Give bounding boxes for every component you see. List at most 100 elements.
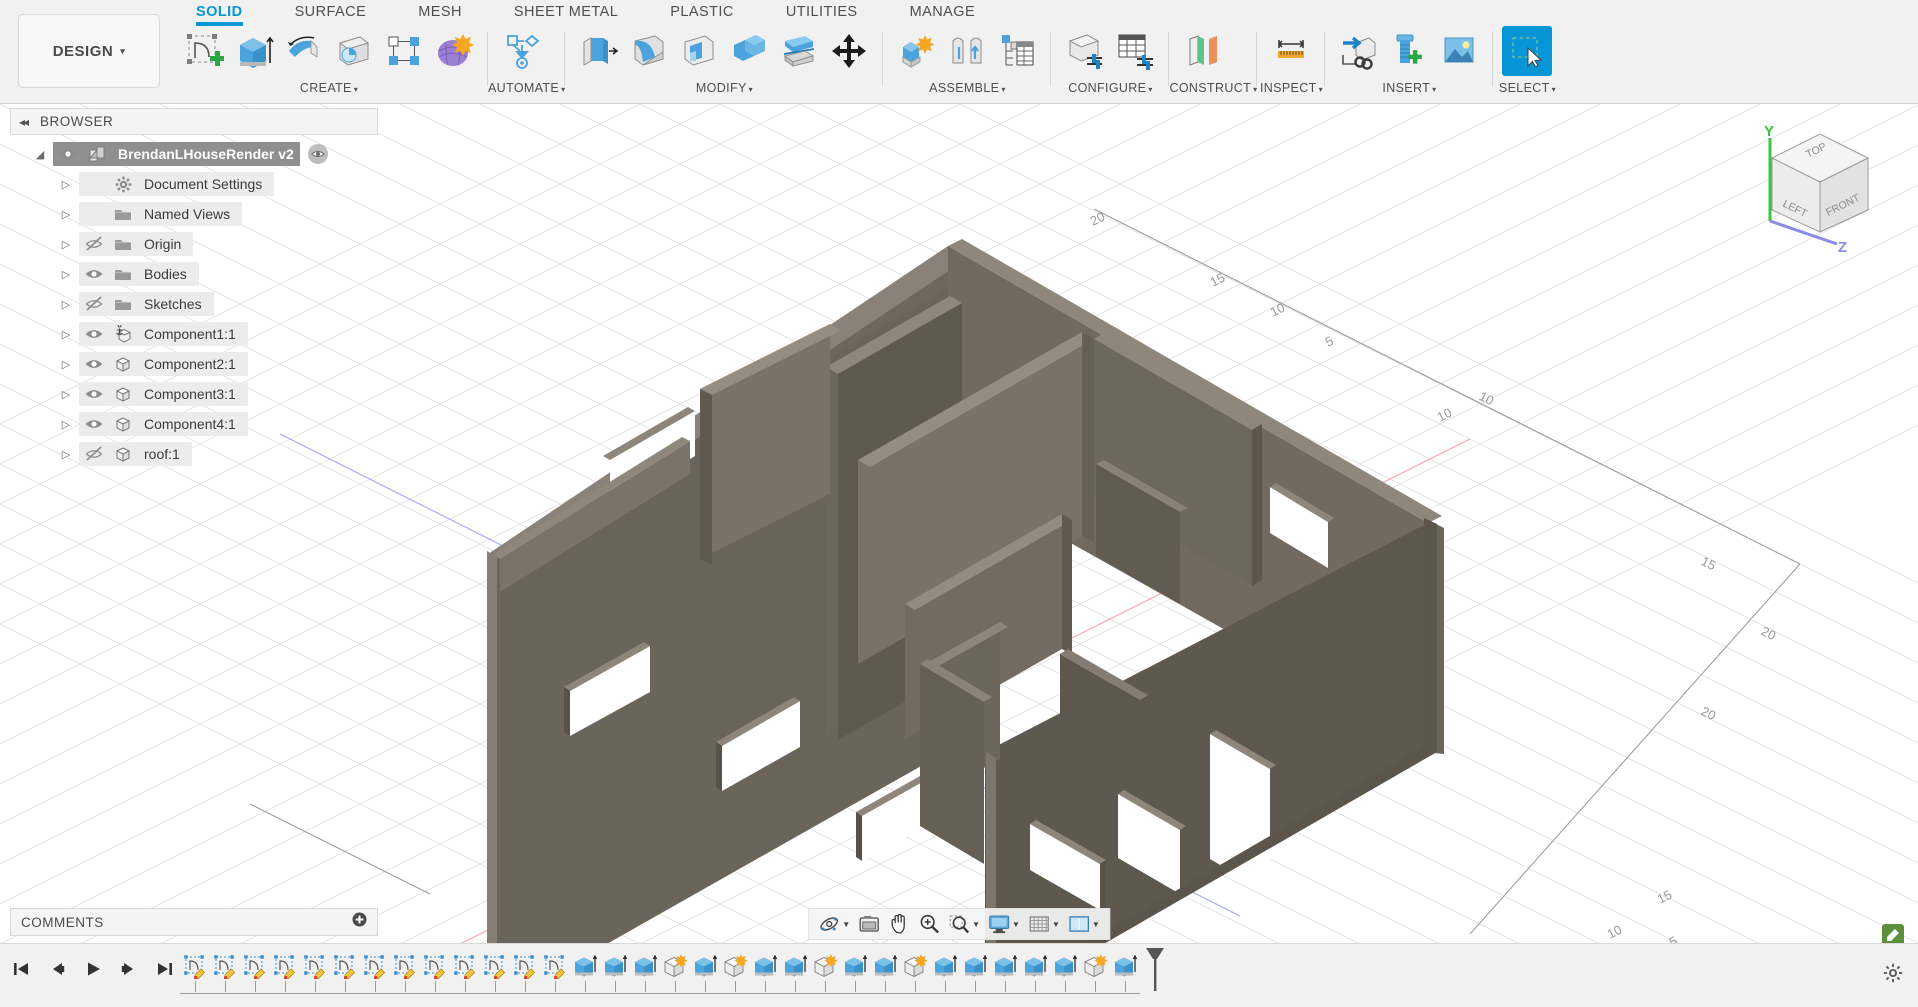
timeline-feature-extrude[interactable] — [600, 950, 630, 998]
timeline-feature-extrude[interactable] — [1110, 950, 1140, 998]
timeline-feature-sketch[interactable] — [510, 950, 540, 998]
timeline-feature-sketch[interactable] — [210, 950, 240, 998]
ribbon-group-label-modify[interactable]: MODIFY ▾ — [565, 81, 883, 95]
workspace-switcher-button[interactable]: DESIGN ▾ — [18, 14, 160, 88]
chevron-right-icon[interactable]: ▷ — [58, 298, 74, 311]
chevron-right-icon[interactable]: ▷ — [58, 268, 74, 281]
timeline-feature-sketch[interactable] — [240, 950, 270, 998]
eye-visible-icon[interactable] — [79, 325, 109, 343]
ribbon-tab-sheet-metal[interactable]: SHEET METAL — [514, 2, 618, 26]
step-back-button[interactable] — [44, 956, 70, 982]
zoom-icon[interactable] — [915, 911, 943, 937]
insert-derive-icon[interactable] — [1334, 26, 1384, 76]
viewports-icon[interactable]: ▼ — [1065, 911, 1103, 937]
house-shell-model[interactable] — [487, 239, 1444, 943]
combine-icon[interactable] — [724, 26, 774, 76]
chevron-right-icon[interactable]: ▷ — [58, 418, 74, 431]
timeline-feature-newcomp[interactable] — [1080, 950, 1110, 998]
browser-item-chip[interactable]: Component4:1 — [79, 412, 248, 436]
chevron-right-icon[interactable]: ▷ — [58, 178, 74, 191]
select-window-icon[interactable] — [1502, 26, 1553, 76]
timeline-feature-newcomp[interactable] — [720, 950, 750, 998]
markup-feedback-icon[interactable] — [1882, 924, 1904, 943]
automate-icon[interactable] — [497, 26, 547, 76]
timeline-feature-extrude[interactable] — [960, 950, 990, 998]
comments-panel[interactable]: COMMENTS — [10, 908, 378, 936]
timeline-feature-sketch[interactable] — [180, 950, 210, 998]
create-sketch-icon[interactable] — [179, 26, 229, 76]
browser-tree-item[interactable]: ▷ Named Views — [10, 199, 378, 229]
offset-plane-icon[interactable] — [1178, 26, 1228, 76]
browser-tree-item[interactable]: ▷ Component1:1 — [10, 319, 378, 349]
view-cube[interactable]: Y Z TOP LEFT FRONT — [1742, 116, 1882, 256]
chevron-right-icon[interactable]: ▷ — [58, 388, 74, 401]
browser-item-chip[interactable]: Component1:1 — [79, 322, 248, 346]
ribbon-group-label-inspect[interactable]: INSPECT ▾ — [1257, 81, 1325, 95]
eye-visible-icon[interactable] — [79, 415, 109, 433]
eye-visible-icon[interactable] — [79, 265, 109, 283]
extrude-icon[interactable] — [229, 26, 279, 76]
go-to-beginning-button[interactable] — [8, 956, 34, 982]
split-face-icon[interactable] — [774, 26, 824, 76]
timeline-feature-newcomp[interactable] — [660, 950, 690, 998]
timeline-feature-extrude[interactable] — [690, 950, 720, 998]
timeline-feature-newcomp[interactable] — [810, 950, 840, 998]
configure-part-icon[interactable] — [1060, 26, 1110, 76]
browser-item-chip[interactable]: Bodies — [79, 262, 199, 286]
press-pull-icon[interactable] — [574, 26, 624, 76]
chevron-right-icon[interactable]: ▷ — [58, 328, 74, 341]
new-component-icon[interactable] — [892, 26, 942, 76]
browser-root-item[interactable]: ◢ BrendanLHouseRender v2 — [10, 139, 378, 169]
ribbon-group-label-create[interactable]: CREATE ▾ — [170, 81, 488, 95]
timeline-feature-extrude[interactable] — [840, 950, 870, 998]
chevron-right-icon[interactable]: ▷ — [58, 238, 74, 251]
browser-tree-item[interactable]: ▷ roof:1 — [10, 439, 378, 469]
sweep-icon[interactable] — [329, 26, 379, 76]
timeline-feature-sketch[interactable] — [480, 950, 510, 998]
display-settings-icon[interactable]: ▼ — [985, 911, 1023, 937]
eye-visible-icon[interactable] — [79, 355, 109, 373]
browser-item-chip[interactable]: Sketches — [79, 292, 214, 316]
collapse-left-icon[interactable]: ◂◂ — [19, 115, 29, 129]
browser-tree-item[interactable]: ▷ Component3:1 — [10, 379, 378, 409]
timeline-feature-extrude[interactable] — [780, 950, 810, 998]
timeline-feature-extrude[interactable] — [750, 950, 780, 998]
timeline-feature-extrude[interactable] — [930, 950, 960, 998]
browser-item-chip[interactable]: Origin — [79, 232, 194, 256]
configure-table-icon[interactable] — [1110, 26, 1160, 76]
browser-item-chip[interactable]: roof:1 — [79, 442, 192, 466]
timeline-settings-icon[interactable] — [1882, 962, 1904, 989]
browser-tree-item[interactable]: ▷ Component4:1 — [10, 409, 378, 439]
ribbon-tab-mesh[interactable]: MESH — [418, 2, 462, 26]
browser-item-chip[interactable]: Component2:1 — [79, 352, 248, 376]
ribbon-group-label-configure[interactable]: CONFIGURE ▾ — [1051, 81, 1169, 95]
timeline-feature-sketch[interactable] — [450, 950, 480, 998]
step-forward-button[interactable] — [116, 956, 142, 982]
timeline-feature-sketch[interactable] — [420, 950, 450, 998]
eye-visible-icon[interactable] — [53, 145, 83, 163]
timeline-feature-sketch[interactable] — [270, 950, 300, 998]
browser-item-chip[interactable]: Component3:1 — [79, 382, 248, 406]
shell-icon[interactable] — [674, 26, 724, 76]
insert-canvas-icon[interactable] — [1434, 26, 1484, 76]
browser-tree-item[interactable]: ▷ Sketches — [10, 289, 378, 319]
insert-mcmaster-icon[interactable] — [1384, 26, 1434, 76]
ribbon-group-label-select[interactable]: SELECT ▾ — [1493, 81, 1561, 95]
form-icon[interactable] — [429, 26, 479, 76]
timeline-feature-sketch[interactable] — [330, 950, 360, 998]
timeline-feature-extrude[interactable] — [870, 950, 900, 998]
pattern-icon[interactable] — [379, 26, 429, 76]
eye-hidden-icon[interactable] — [79, 445, 109, 463]
ribbon-tab-utilities[interactable]: UTILITIES — [786, 2, 858, 26]
browser-item-chip[interactable]: Document Settings — [79, 172, 275, 196]
root-visibility-toggle-icon[interactable] — [307, 144, 328, 164]
browser-tree-item[interactable]: ▷ Document Settings — [10, 169, 378, 199]
go-to-end-button[interactable] — [152, 956, 178, 982]
timeline-feature-newcomp[interactable] — [900, 950, 930, 998]
eye-hidden-icon[interactable] — [79, 295, 109, 313]
chevron-right-icon[interactable]: ▷ — [58, 358, 74, 371]
add-comment-icon[interactable] — [352, 912, 367, 932]
grid-snaps-icon[interactable]: ▼ — [1025, 911, 1063, 937]
zoom-window-icon[interactable]: ▼ — [945, 911, 983, 937]
ribbon-group-label-assemble[interactable]: ASSEMBLE ▾ — [883, 81, 1051, 95]
